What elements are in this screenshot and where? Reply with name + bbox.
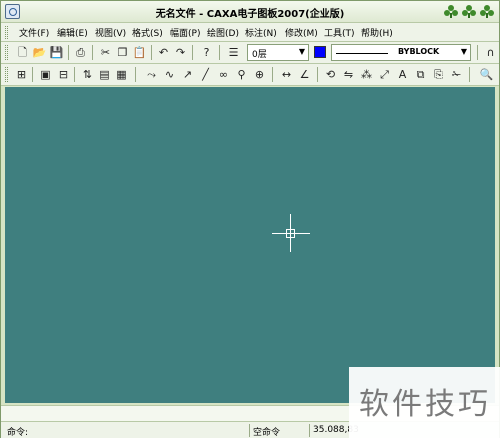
insert-icon[interactable]: ⎘ bbox=[431, 67, 446, 82]
toolbar-separator bbox=[151, 45, 152, 60]
center-icon[interactable]: ⊕ bbox=[252, 67, 267, 82]
menu-draw[interactable]: 绘图(D) bbox=[207, 26, 239, 39]
toolbar-grip[interactable] bbox=[5, 45, 8, 60]
toolbar-separator bbox=[469, 67, 470, 82]
pick-box bbox=[286, 229, 295, 238]
chevron-down-icon: ▼ bbox=[298, 47, 305, 56]
polyline-icon[interactable]: ⤳ bbox=[144, 67, 159, 82]
menu-bar: 文件(F) 编辑(E) 视图(V) 格式(S) 幅面(P) 绘图(D) 标注(N… bbox=[1, 23, 499, 42]
clover-icon bbox=[462, 5, 476, 18]
title-bar: 无名文件 - CAXA电子图板2007(企业版) bbox=[1, 1, 499, 23]
drawing-toolbar: ⊞ ▣ ⊟ ⇅ ▤ ▦ ⤳ ∿ ↗ ╱ ∞ ⚲ ⊕ ↔ ∠ ⟲ ⇋ ⁂ ⤢ A … bbox=[1, 64, 499, 86]
zoom-window-icon[interactable]: ▣ bbox=[38, 67, 53, 82]
search-icon[interactable]: 🔍 bbox=[479, 67, 494, 82]
new-icon[interactable]: 🗋 bbox=[15, 45, 30, 60]
color-swatch[interactable] bbox=[314, 46, 326, 58]
command-prompt: 命令: bbox=[7, 428, 29, 438]
view-icon[interactable]: ▤ bbox=[97, 67, 112, 82]
menu-grip[interactable] bbox=[5, 26, 8, 39]
block-icon[interactable]: ⧉ bbox=[413, 67, 428, 82]
menu-tools[interactable]: 工具(T) bbox=[324, 26, 355, 39]
cut-icon[interactable]: ✂ bbox=[98, 45, 113, 60]
chevron-down-icon: ▼ bbox=[460, 47, 467, 56]
toolbar-separator bbox=[92, 45, 93, 60]
circle-icon[interactable]: ∞ bbox=[216, 67, 231, 82]
menu-format[interactable]: 格式(S) bbox=[132, 26, 163, 39]
drawing-canvas[interactable] bbox=[5, 87, 495, 403]
menu-modify[interactable]: 修改(M) bbox=[285, 26, 318, 39]
menu-dimension[interactable]: 标注(N) bbox=[245, 26, 277, 39]
layer-icon[interactable]: ☰ bbox=[226, 45, 241, 60]
arc-icon[interactable]: ↗ bbox=[180, 67, 195, 82]
layer-select[interactable]: 0层 ▼ bbox=[247, 44, 309, 61]
menu-help[interactable]: 帮助(H) bbox=[361, 26, 393, 39]
save-icon[interactable]: 💾 bbox=[49, 45, 64, 60]
toolbar-separator bbox=[477, 45, 478, 60]
toolbar-separator bbox=[272, 67, 273, 82]
linetype-preview bbox=[336, 53, 388, 54]
standard-toolbar: 🗋 📂 💾 ⎙ ✂ ❐ 📋 ↶ ↷ ? ☰ 0层 ▼ BYBLOCK ▼ ∩ bbox=[1, 42, 499, 64]
watermark: 软件技巧 bbox=[349, 367, 500, 438]
menu-file[interactable]: 文件(F) bbox=[19, 26, 49, 39]
copy-icon[interactable]: ❐ bbox=[115, 45, 130, 60]
dynamic-pan-icon[interactable]: ⇅ bbox=[80, 67, 95, 82]
watermark-text: 软件技巧 bbox=[359, 387, 491, 422]
spline-icon[interactable]: ∿ bbox=[162, 67, 177, 82]
clover-icon bbox=[480, 5, 494, 18]
array-icon[interactable]: ⁂ bbox=[359, 67, 374, 82]
toolbar-separator bbox=[317, 67, 318, 82]
dimension-icon[interactable]: ↔ bbox=[279, 67, 294, 82]
render-icon[interactable]: ▦ bbox=[114, 67, 129, 82]
properties-icon[interactable]: ∩ bbox=[483, 45, 498, 60]
toolbar-separator bbox=[74, 67, 75, 82]
redo-icon[interactable]: ↷ bbox=[173, 45, 188, 60]
angle-icon[interactable]: ∠ bbox=[297, 67, 312, 82]
linetype-select[interactable]: BYBLOCK ▼ bbox=[331, 44, 471, 61]
line-icon[interactable]: ╱ bbox=[198, 67, 213, 82]
toolbar-separator bbox=[192, 45, 193, 60]
close-button[interactable] bbox=[480, 5, 494, 18]
scale-icon[interactable]: ⤢ bbox=[377, 67, 392, 82]
toolbar-grip[interactable] bbox=[5, 67, 8, 82]
menu-edit[interactable]: 编辑(E) bbox=[57, 26, 88, 39]
trim-icon[interactable]: ✁ bbox=[449, 67, 464, 82]
toolbar-separator bbox=[219, 45, 220, 60]
toolbar-separator bbox=[135, 67, 136, 82]
command-status: 空命令 bbox=[249, 424, 309, 438]
hatch-icon[interactable]: ⚲ bbox=[234, 67, 249, 82]
menu-view[interactable]: 视图(V) bbox=[95, 26, 126, 39]
open-icon[interactable]: 📂 bbox=[32, 45, 47, 60]
app-window: 无名文件 - CAXA电子图板2007(企业版) 文件(F) 编辑(E) 视图(… bbox=[0, 0, 500, 438]
paste-icon[interactable]: 📋 bbox=[132, 45, 147, 60]
snap-icon[interactable]: ⊞ bbox=[14, 67, 29, 82]
print-icon[interactable]: ⎙ bbox=[73, 45, 88, 60]
toolbar-separator bbox=[68, 45, 69, 60]
maximize-button[interactable] bbox=[462, 5, 476, 18]
rotate-icon[interactable]: ⟲ bbox=[323, 67, 338, 82]
toolbar-separator bbox=[32, 67, 33, 82]
undo-icon[interactable]: ↶ bbox=[156, 45, 171, 60]
clover-icon bbox=[444, 5, 458, 18]
text-icon[interactable]: A bbox=[395, 67, 410, 82]
mirror-icon[interactable]: ⇋ bbox=[341, 67, 356, 82]
window-title: 无名文件 - CAXA电子图板2007(企业版) bbox=[155, 9, 345, 20]
minimize-button[interactable] bbox=[444, 5, 458, 18]
menu-sheet[interactable]: 幅面(P) bbox=[170, 26, 200, 39]
zoom-all-icon[interactable]: ⊟ bbox=[56, 67, 71, 82]
help-icon[interactable]: ? bbox=[199, 45, 214, 60]
layer-value: 0层 bbox=[252, 50, 267, 60]
linetype-value: BYBLOCK bbox=[398, 47, 440, 56]
